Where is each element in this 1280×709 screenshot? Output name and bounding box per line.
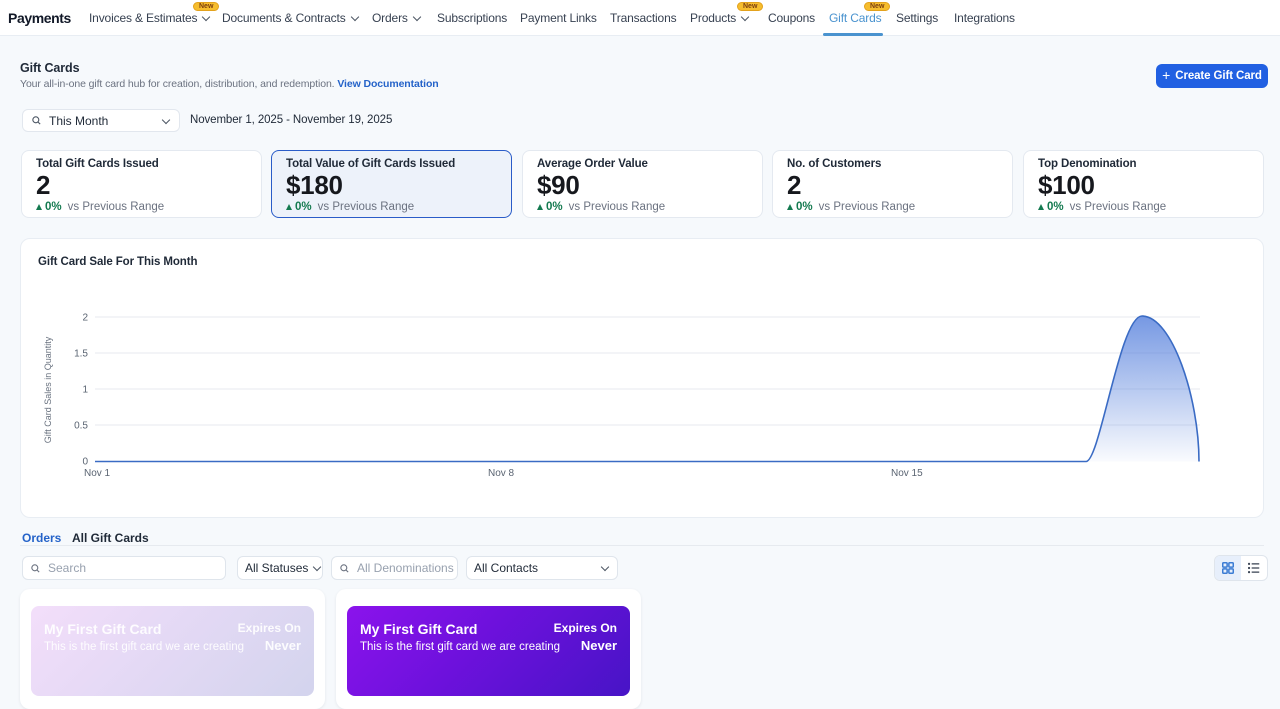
svg-text:0.5: 0.5 xyxy=(74,421,88,432)
svg-text:2: 2 xyxy=(82,313,88,324)
svg-text:0: 0 xyxy=(82,457,88,468)
svg-text:Nov 1: Nov 1 xyxy=(84,468,111,479)
svg-text:1.5: 1.5 xyxy=(74,349,88,360)
svg-text:Nov 8: Nov 8 xyxy=(488,468,515,479)
svg-text:Gift Card Sales in Quantity: Gift Card Sales in Quantity xyxy=(43,336,53,443)
svg-text:Nov 15: Nov 15 xyxy=(891,468,923,479)
svg-text:1: 1 xyxy=(82,385,88,396)
